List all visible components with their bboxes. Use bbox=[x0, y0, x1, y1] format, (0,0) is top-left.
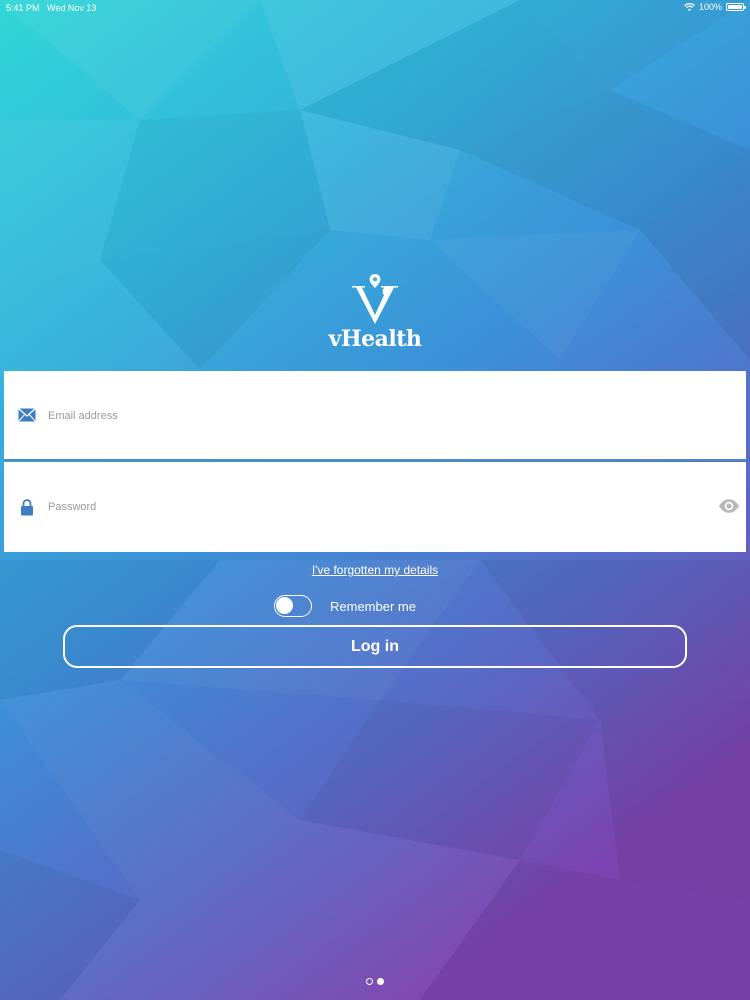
eye-icon[interactable] bbox=[718, 498, 740, 514]
status-indicators: 100% bbox=[684, 2, 746, 12]
remember-me-label: Remember me bbox=[330, 598, 416, 614]
page-dot-1[interactable] bbox=[366, 978, 373, 985]
password-field-container bbox=[4, 462, 746, 552]
email-field-container bbox=[4, 371, 746, 461]
password-field[interactable] bbox=[48, 492, 688, 522]
vhealth-logo-icon bbox=[352, 274, 398, 324]
remember-me-toggle[interactable] bbox=[274, 595, 312, 617]
status-date: Wed Nov 13 bbox=[47, 3, 97, 13]
page-indicator bbox=[366, 978, 384, 985]
logo-text: vHealth bbox=[328, 326, 422, 352]
lock-icon bbox=[21, 499, 33, 516]
login-button[interactable]: Log in bbox=[63, 625, 687, 668]
envelope-icon bbox=[18, 408, 36, 422]
battery-icon bbox=[726, 3, 746, 11]
page-dot-2[interactable] bbox=[377, 978, 384, 985]
battery-percentage: 100% bbox=[698, 2, 722, 12]
toggle-knob bbox=[276, 597, 293, 614]
status-bar: 5:41 PM Wed Nov 13 100% bbox=[0, 0, 750, 16]
app-logo: vHealth bbox=[325, 272, 425, 358]
email-field[interactable] bbox=[48, 401, 688, 431]
status-time: 5:41 PM bbox=[6, 3, 40, 13]
battery-level bbox=[728, 5, 742, 9]
forgot-details-link[interactable]: I've forgotten my details bbox=[0, 563, 750, 577]
remember-me: Remember me bbox=[274, 595, 416, 617]
wifi-icon bbox=[684, 3, 695, 11]
